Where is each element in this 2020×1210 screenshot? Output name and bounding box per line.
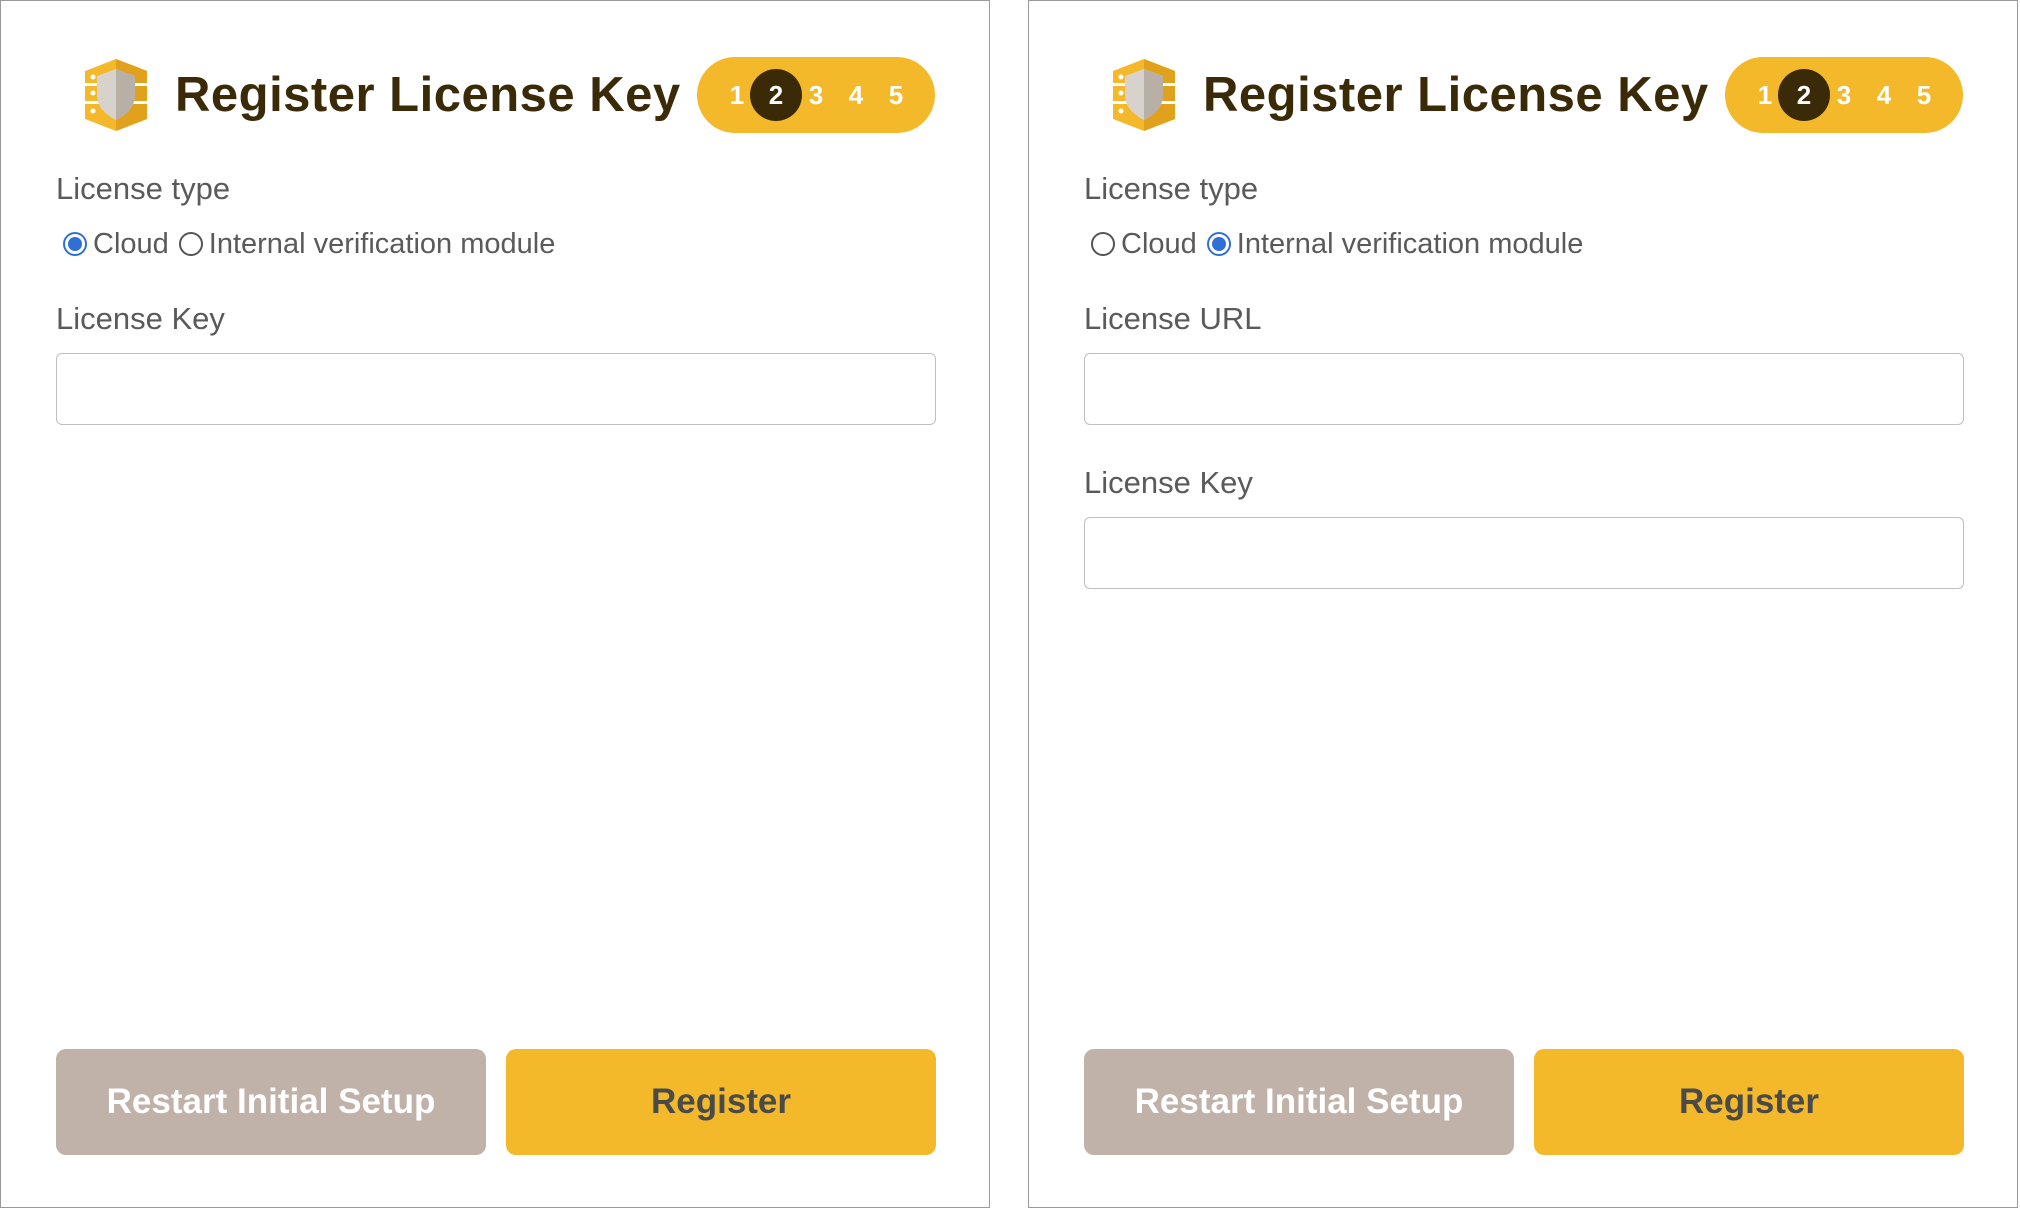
license-type-radio-group: Cloud Internal verification module: [1091, 227, 1593, 261]
license-key-input[interactable]: [1084, 517, 1964, 589]
radio-cloud-label[interactable]: Cloud: [1121, 228, 1197, 261]
license-panel-cloud: Register License Key 1 2 3 4 5 License t…: [0, 0, 990, 1208]
license-type-radio-group: Cloud Internal verification module: [63, 227, 565, 261]
radio-cloud[interactable]: [1091, 232, 1115, 256]
register-button[interactable]: Register: [506, 1049, 936, 1155]
radio-internal-module-label[interactable]: Internal verification module: [1237, 228, 1584, 261]
license-url-label: License URL: [1084, 301, 1262, 336]
panel-header: Register License Key: [1105, 57, 1709, 133]
radio-cloud[interactable]: [63, 232, 87, 256]
license-key-label: License Key: [56, 301, 225, 336]
register-button[interactable]: Register: [1534, 1049, 1964, 1155]
shield-server-icon: [1113, 59, 1175, 131]
shield-server-icon: [85, 59, 147, 131]
radio-internal-module[interactable]: [1206, 232, 1231, 256]
license-url-input[interactable]: [1084, 353, 1964, 425]
step-5: 5: [888, 80, 904, 110]
radio-internal-module-label[interactable]: Internal verification module: [209, 228, 556, 261]
page-title: Register License Key: [1203, 68, 1709, 122]
page-title: Register License Key: [175, 68, 681, 122]
license-panel-internal: Register License Key 1 2 3 4 5 License t…: [1028, 0, 2018, 1208]
panel-header: Register License Key: [77, 57, 681, 133]
step-5: 5: [1916, 80, 1932, 110]
license-type-label: License type: [1084, 171, 1259, 206]
restart-setup-button[interactable]: Restart Initial Setup: [56, 1049, 486, 1155]
license-key-label: License Key: [1084, 465, 1253, 500]
step-indicator: 1 2 3 4 5: [1725, 57, 1963, 133]
step-indicator: 1 2 3 4 5: [697, 57, 935, 133]
restart-setup-button[interactable]: Restart Initial Setup: [1084, 1049, 1514, 1155]
radio-cloud-label[interactable]: Cloud: [93, 228, 169, 261]
license-type-label: License type: [56, 171, 231, 206]
license-key-input[interactable]: [56, 353, 936, 425]
radio-internal-module[interactable]: [178, 232, 203, 256]
